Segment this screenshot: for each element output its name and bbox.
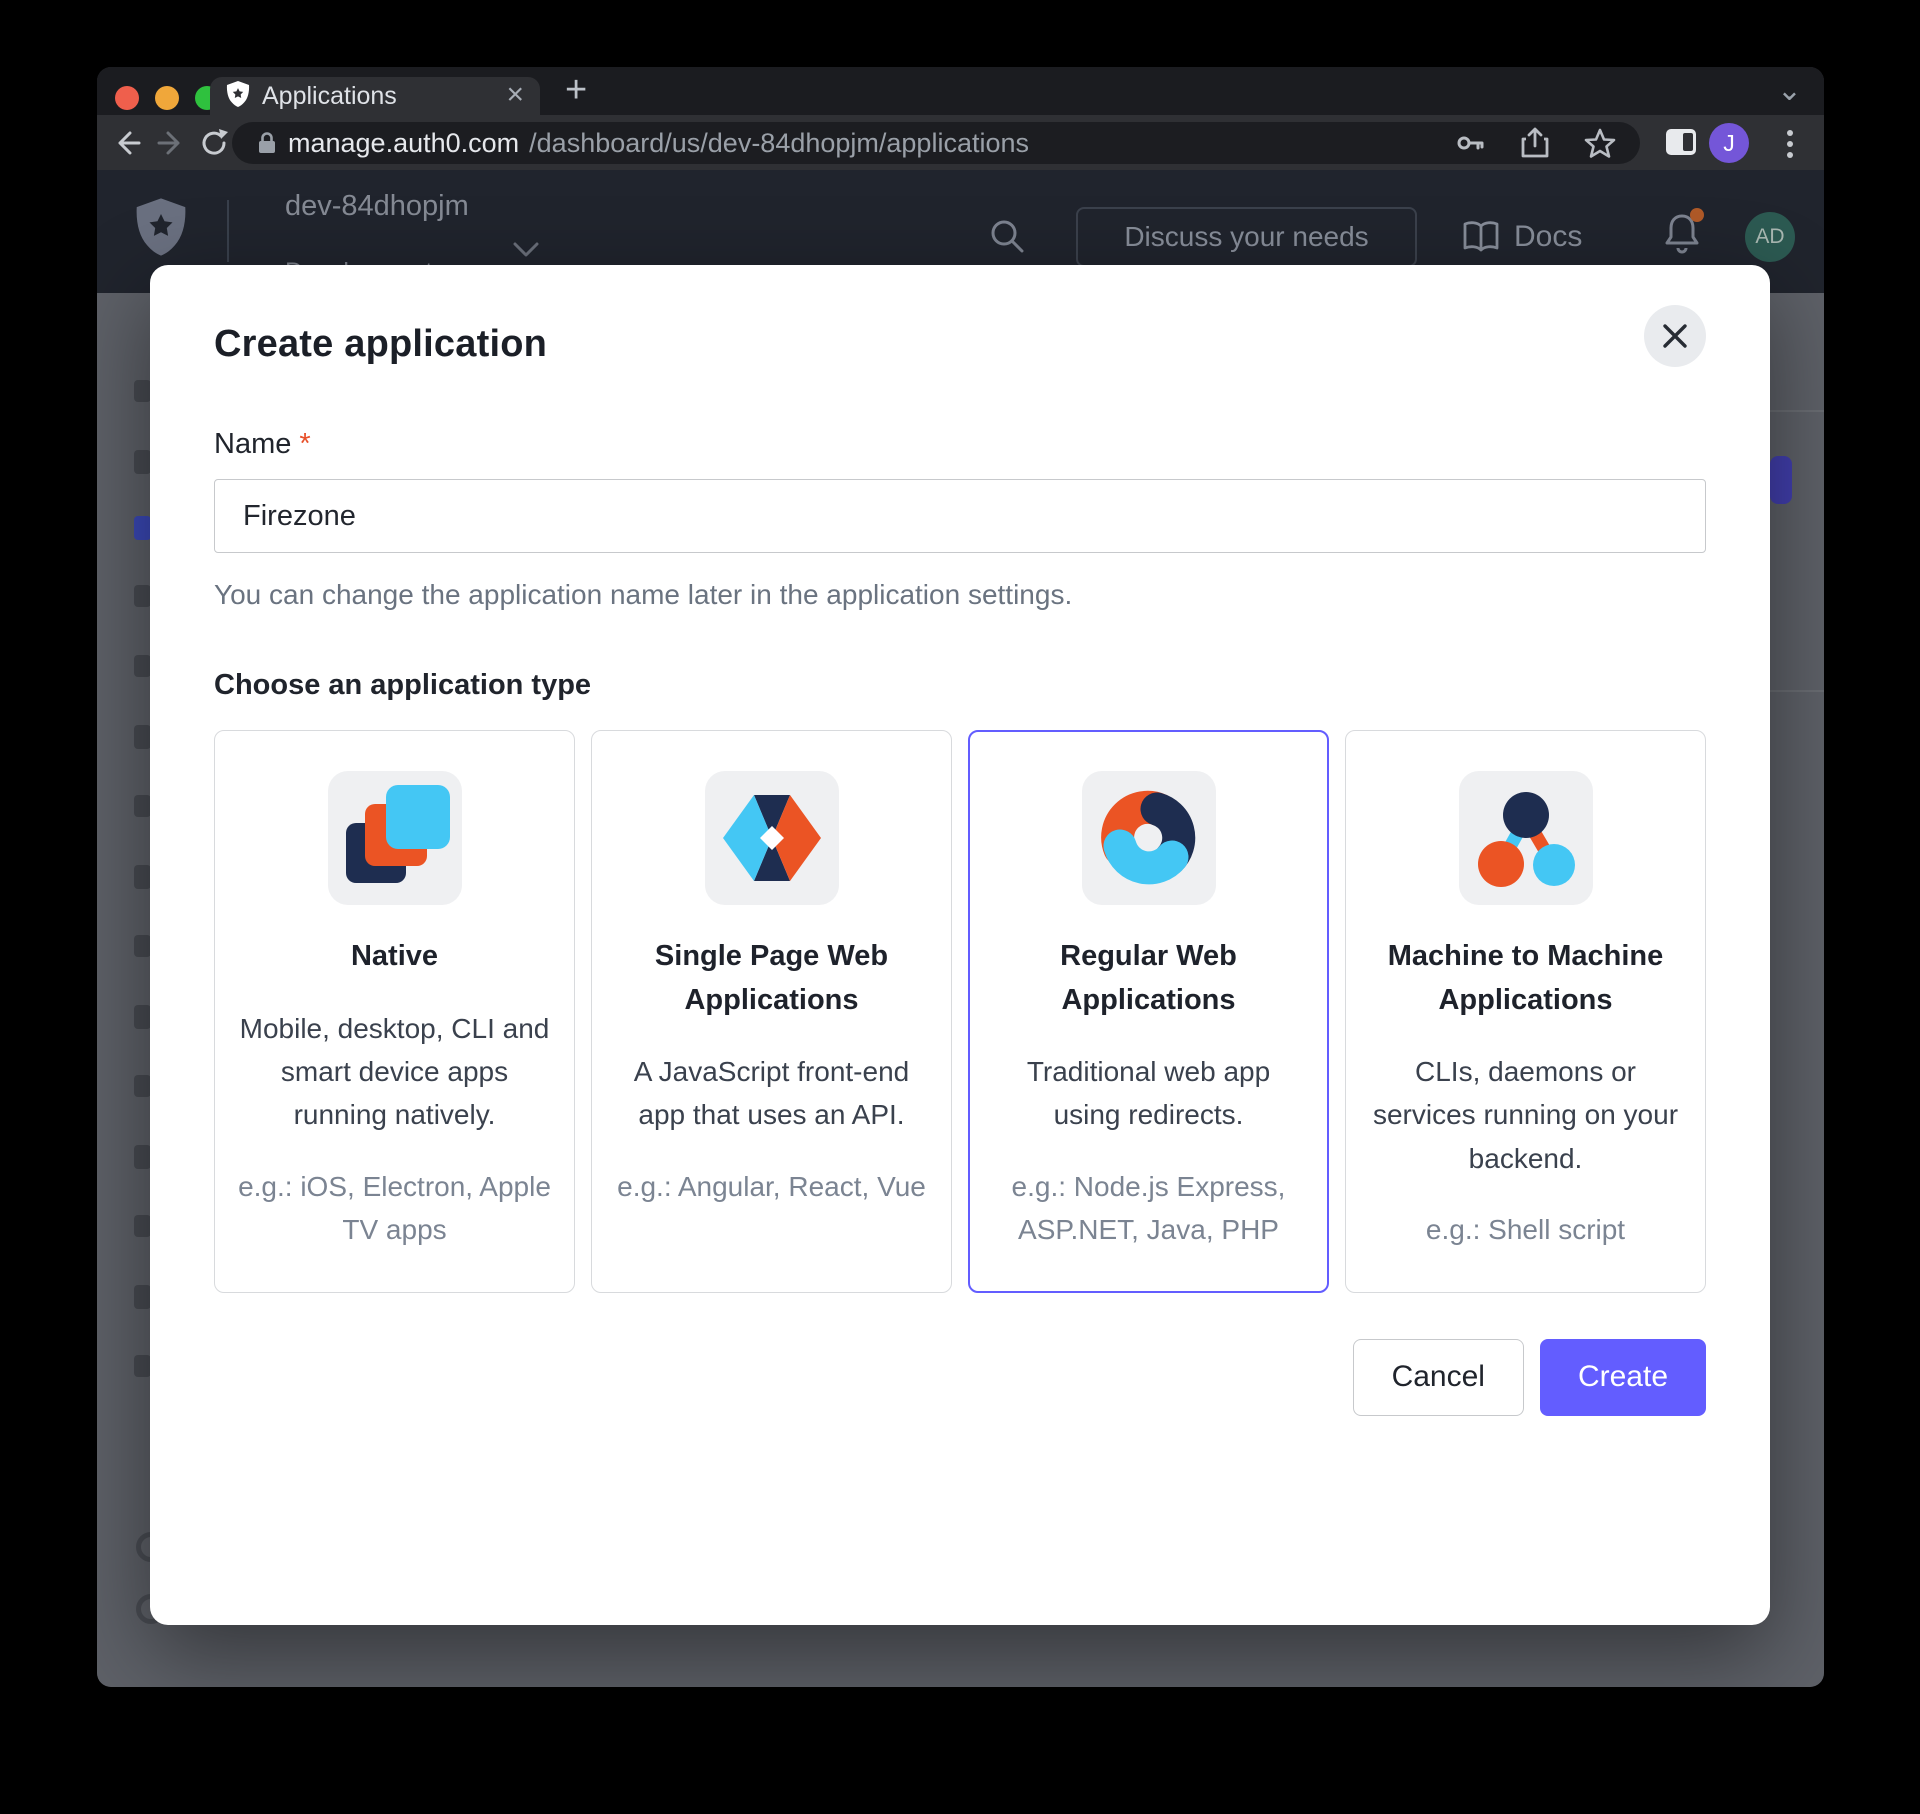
docs-label: Docs xyxy=(1514,220,1583,253)
tab-close-icon[interactable]: × xyxy=(506,79,524,110)
side-panel-icon[interactable] xyxy=(1665,128,1697,156)
card-single-page-web[interactable]: Single Page Web Applications A JavaScrip… xyxy=(591,730,952,1293)
auth0-favicon xyxy=(226,80,250,112)
create-application-modal: Create application Name* You can change … xyxy=(150,265,1770,1625)
reload-icon[interactable] xyxy=(197,126,231,160)
close-icon xyxy=(1663,324,1687,348)
tenant-chevron-down-icon[interactable] xyxy=(513,242,539,258)
card-regular-web-applications[interactable]: Regular Web Applications Traditional web… xyxy=(968,730,1329,1293)
cancel-button[interactable]: Cancel xyxy=(1352,1338,1524,1416)
card-machine-to-machine[interactable]: Machine to Machine Applications CLIs, da… xyxy=(1345,730,1706,1293)
docs-book-icon xyxy=(1463,221,1499,252)
tab-title: Applications xyxy=(262,81,397,110)
browser-toolbar: manage.auth0.com/dashboard/us/dev-84dhop… xyxy=(97,115,1824,170)
card-description: CLIs, daemons or services running on you… xyxy=(1372,1056,1679,1174)
discuss-your-needs-button[interactable]: Discuss your needs xyxy=(1076,207,1417,267)
page-backdrop: dev-84dhopjm Development Discuss your ne… xyxy=(97,170,1824,1687)
card-title: Native xyxy=(350,940,439,972)
close-window-button[interactable] xyxy=(115,86,139,110)
url-host: manage.auth0.com xyxy=(288,127,520,158)
password-key-icon[interactable] xyxy=(1454,127,1486,159)
tab-search-chevron-icon[interactable]: ⌄ xyxy=(1777,73,1802,108)
menu-kebab-icon[interactable] xyxy=(1785,127,1795,161)
minimize-window-button[interactable] xyxy=(155,86,179,110)
address-bar[interactable]: manage.auth0.com/dashboard/us/dev-84dhop… xyxy=(232,122,1640,164)
card-description: Mobile, desktop, CLI and smart device ap… xyxy=(239,1012,550,1131)
card-title: Machine to Machine Applications xyxy=(1387,940,1664,1016)
card-description: Traditional web app using redirects. xyxy=(1026,1056,1271,1131)
docs-link[interactable]: Docs xyxy=(1462,220,1582,254)
bookmark-star-icon[interactable] xyxy=(1584,127,1616,159)
lock-icon xyxy=(259,132,275,153)
card-native[interactable]: Native Mobile, desktop, CLI and smart de… xyxy=(214,730,575,1293)
application-type-cards: Native Mobile, desktop, CLI and smart de… xyxy=(214,730,1706,1293)
card-title: Single Page Web Applications xyxy=(654,940,889,1016)
create-button[interactable]: Create xyxy=(1539,1338,1706,1416)
spa-icon xyxy=(704,771,839,905)
required-asterisk: * xyxy=(299,428,311,460)
native-icon xyxy=(327,771,462,905)
forward-icon[interactable] xyxy=(154,126,188,160)
back-icon[interactable] xyxy=(110,126,144,160)
name-field-label: Name * xyxy=(214,428,311,460)
tab-applications[interactable]: Applications × xyxy=(210,77,540,115)
tab-strip: Applications × + ⌄ xyxy=(97,67,1824,115)
card-examples: e.g.: Node.js Express, ASP.NET, Java, PH… xyxy=(1011,1170,1286,1246)
name-help-text: You can change the application name late… xyxy=(214,579,1073,610)
url-path: /dashboard/us/dev-84dhopjm/applications xyxy=(529,127,1029,158)
regular-web-icon xyxy=(1081,771,1216,905)
modal-close-button[interactable] xyxy=(1644,305,1706,367)
card-description: A JavaScript front-end app that uses an … xyxy=(633,1056,910,1131)
browser-profile-avatar[interactable]: J xyxy=(1709,123,1749,163)
tenant-name[interactable]: dev-84dhopjm xyxy=(285,190,469,223)
auth0-logo xyxy=(136,198,186,256)
modal-footer: Cancel Create xyxy=(214,1338,1706,1416)
create-application-button-fragment xyxy=(1770,456,1792,504)
card-examples: e.g.: Angular, React, Vue xyxy=(617,1170,926,1202)
traffic-lights xyxy=(115,86,219,110)
machine-to-machine-icon xyxy=(1458,771,1593,905)
application-name-input[interactable] xyxy=(214,479,1706,553)
card-examples: e.g.: Shell script xyxy=(1425,1214,1626,1246)
card-examples: e.g.: iOS, Electron, Apple TV apps xyxy=(238,1170,551,1246)
notification-dot xyxy=(1690,208,1704,222)
browser-window: Applications × + ⌄ manage.auth0.com /das… xyxy=(97,67,1824,1687)
modal-title: Create application xyxy=(214,323,548,365)
new-tab-button[interactable]: + xyxy=(565,69,587,112)
screen: Applications × + ⌄ manage.auth0.com /das… xyxy=(0,0,1920,1814)
notifications-button[interactable] xyxy=(1662,208,1704,261)
search-icon[interactable] xyxy=(988,217,1026,255)
application-type-label: Choose an application type xyxy=(214,669,592,701)
card-title: Regular Web Applications xyxy=(1060,940,1237,1016)
header-divider xyxy=(227,200,229,262)
share-icon[interactable] xyxy=(1520,127,1550,159)
user-avatar[interactable]: AD xyxy=(1745,212,1795,262)
